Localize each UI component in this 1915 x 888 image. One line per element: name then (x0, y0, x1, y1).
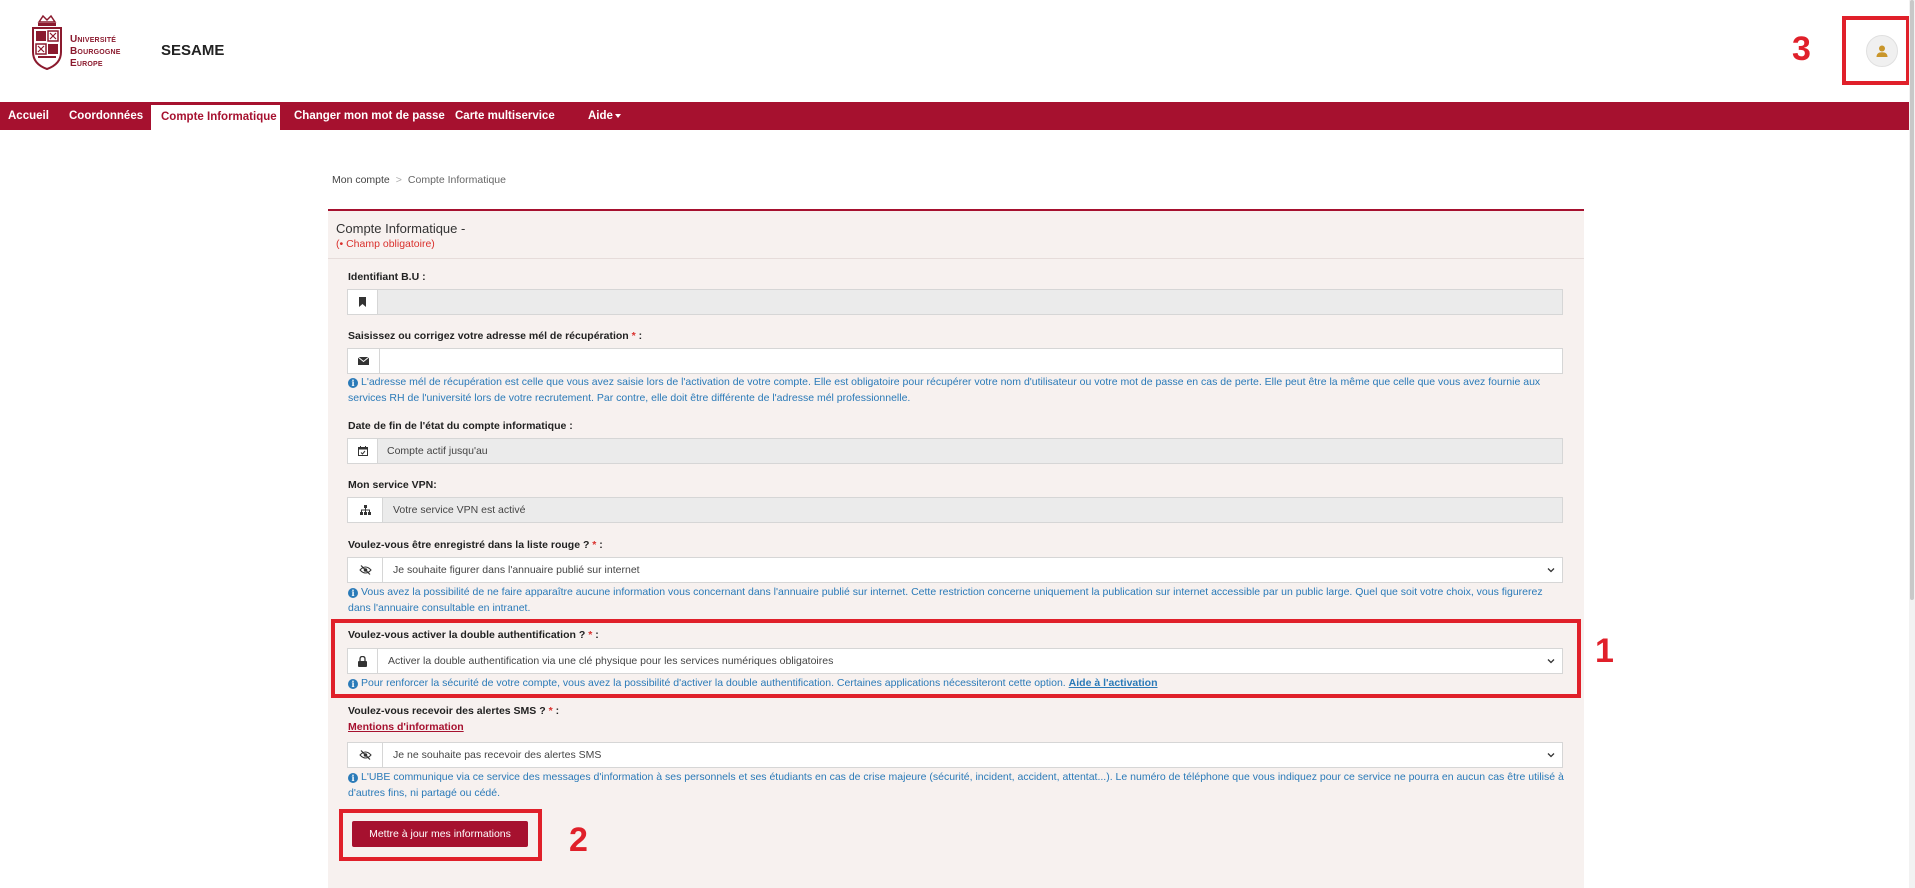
liste-rouge-help: i Vous avez la possibilité de ne faire ap… (348, 584, 1564, 616)
chevron-down-icon (1547, 753, 1555, 758)
sms-help: i L'UBE communique via ce service des mes… (348, 769, 1564, 801)
calendar-icon (357, 446, 368, 456)
caret-down-icon (614, 113, 621, 118)
date-fin-field: Compte actif jusqu'au (347, 438, 1563, 464)
sms-addon (348, 743, 383, 767)
email-label-text: Saisissez ou corrigez votre adresse mél … (348, 330, 629, 342)
nav-aide[interactable]: Aide (588, 102, 621, 130)
eye-slash-icon (358, 750, 372, 760)
vpn-field: Votre service VPN est activé (347, 497, 1563, 523)
header: Université Bourgogne Europe SESAME (0, 0, 1915, 102)
scrollbar[interactable] (1909, 0, 1915, 888)
vpn-addon (348, 498, 383, 522)
liste-rouge-value: Je souhaite figurer dans l'annuaire publ… (393, 564, 640, 576)
card-header: Compte Informatique - (• Champ obligatoi… (328, 211, 1584, 259)
email-field[interactable] (347, 348, 1563, 374)
label-suffix: : (596, 539, 603, 551)
logo-text: Université Bourgogne Europe (70, 34, 121, 69)
liste-rouge-help-text: Vous avez la possibilité de ne faire app… (348, 586, 1543, 614)
label-suffix: : (635, 330, 643, 342)
info-icon: i (348, 773, 358, 783)
date-fin-value: Compte actif jusqu'au (387, 445, 488, 457)
identifiant-addon (348, 290, 378, 314)
email-help-text: L'adresse mél de récupération est celle … (348, 376, 1541, 404)
nav-accueil[interactable]: Accueil (8, 102, 49, 130)
liste-rouge-label: Voulez-vous être enregistré dans la list… (348, 539, 603, 551)
envelope-icon (358, 357, 369, 365)
breadcrumb-current: Compte Informatique (407, 174, 506, 186)
card-title: Compte Informatique - (336, 221, 466, 236)
vpn-value: Votre service VPN est activé (393, 504, 526, 516)
bookmark-icon (359, 297, 366, 307)
label-suffix: : (552, 705, 560, 717)
mentions-information-link[interactable]: Mentions d'information (348, 721, 464, 733)
scrollbar-thumb[interactable] (1910, 0, 1914, 600)
account-form-card: Compte Informatique - (• Champ obligatoi… (328, 209, 1584, 888)
university-logo[interactable]: Université Bourgogne Europe (30, 14, 140, 72)
date-fin-addon (348, 439, 378, 463)
liste-rouge-addon (348, 558, 383, 582)
date-fin-label: Date de fin de l'état du compte informat… (348, 420, 573, 432)
nav-compte-informatique[interactable]: Compte Informatique (150, 104, 281, 130)
sms-label: Voulez-vous recevoir des alertes SMS ? *… (348, 705, 559, 717)
nav-aide-label: Aide (588, 110, 613, 122)
required-note: (• Champ obligatoire) (336, 238, 435, 250)
identifiant-field (347, 289, 1563, 315)
sms-select[interactable]: Je ne souhaite pas recevoir des alertes … (347, 742, 1563, 768)
email-addon (348, 349, 380, 373)
annotation-number-1: 1 (1595, 632, 1614, 670)
nav-coordonnees[interactable]: Coordonnées (69, 102, 143, 130)
annotation-box-1 (331, 619, 1581, 698)
breadcrumb: Mon compte > Compte Informatique (332, 174, 506, 186)
chevron-down-icon (1547, 568, 1555, 573)
liste-rouge-label-text: Voulez-vous être enregistré dans la list… (348, 539, 590, 551)
main-nav: Accueil Coordonnées Compte Informatique … (0, 102, 1915, 130)
annotation-box-2 (339, 809, 542, 861)
breadcrumb-root[interactable]: Mon compte (332, 174, 390, 186)
annotation-box-3 (1842, 16, 1910, 85)
annotation-number-3: 3 (1792, 30, 1811, 68)
email-label: Saisissez ou corrigez votre adresse mél … (348, 330, 642, 342)
info-icon: i (348, 378, 358, 388)
sitemap-icon (359, 505, 371, 515)
annotation-number-2: 2 (569, 821, 588, 859)
info-icon: i (348, 588, 358, 598)
eye-slash-icon (358, 565, 372, 575)
sms-label-text: Voulez-vous recevoir des alertes SMS ? (348, 705, 546, 717)
sms-help-text: L'UBE communique via ce service des mess… (348, 771, 1564, 799)
nav-changer-mot-de-passe[interactable]: Changer mon mot de passe (294, 102, 445, 130)
breadcrumb-separator: > (395, 174, 402, 186)
identifiant-label: Identifiant B.U : (348, 271, 426, 283)
nav-carte-multiservice[interactable]: Carte multiservice (455, 102, 555, 130)
crest-icon (32, 14, 62, 70)
sms-value: Je ne souhaite pas recevoir des alertes … (393, 749, 602, 761)
app-name: SESAME (161, 42, 225, 59)
vpn-label: Mon service VPN: (348, 479, 437, 491)
email-help: i L'adresse mél de récupération est celle… (348, 374, 1564, 406)
liste-rouge-select[interactable]: Je souhaite figurer dans l'annuaire publ… (347, 557, 1563, 583)
